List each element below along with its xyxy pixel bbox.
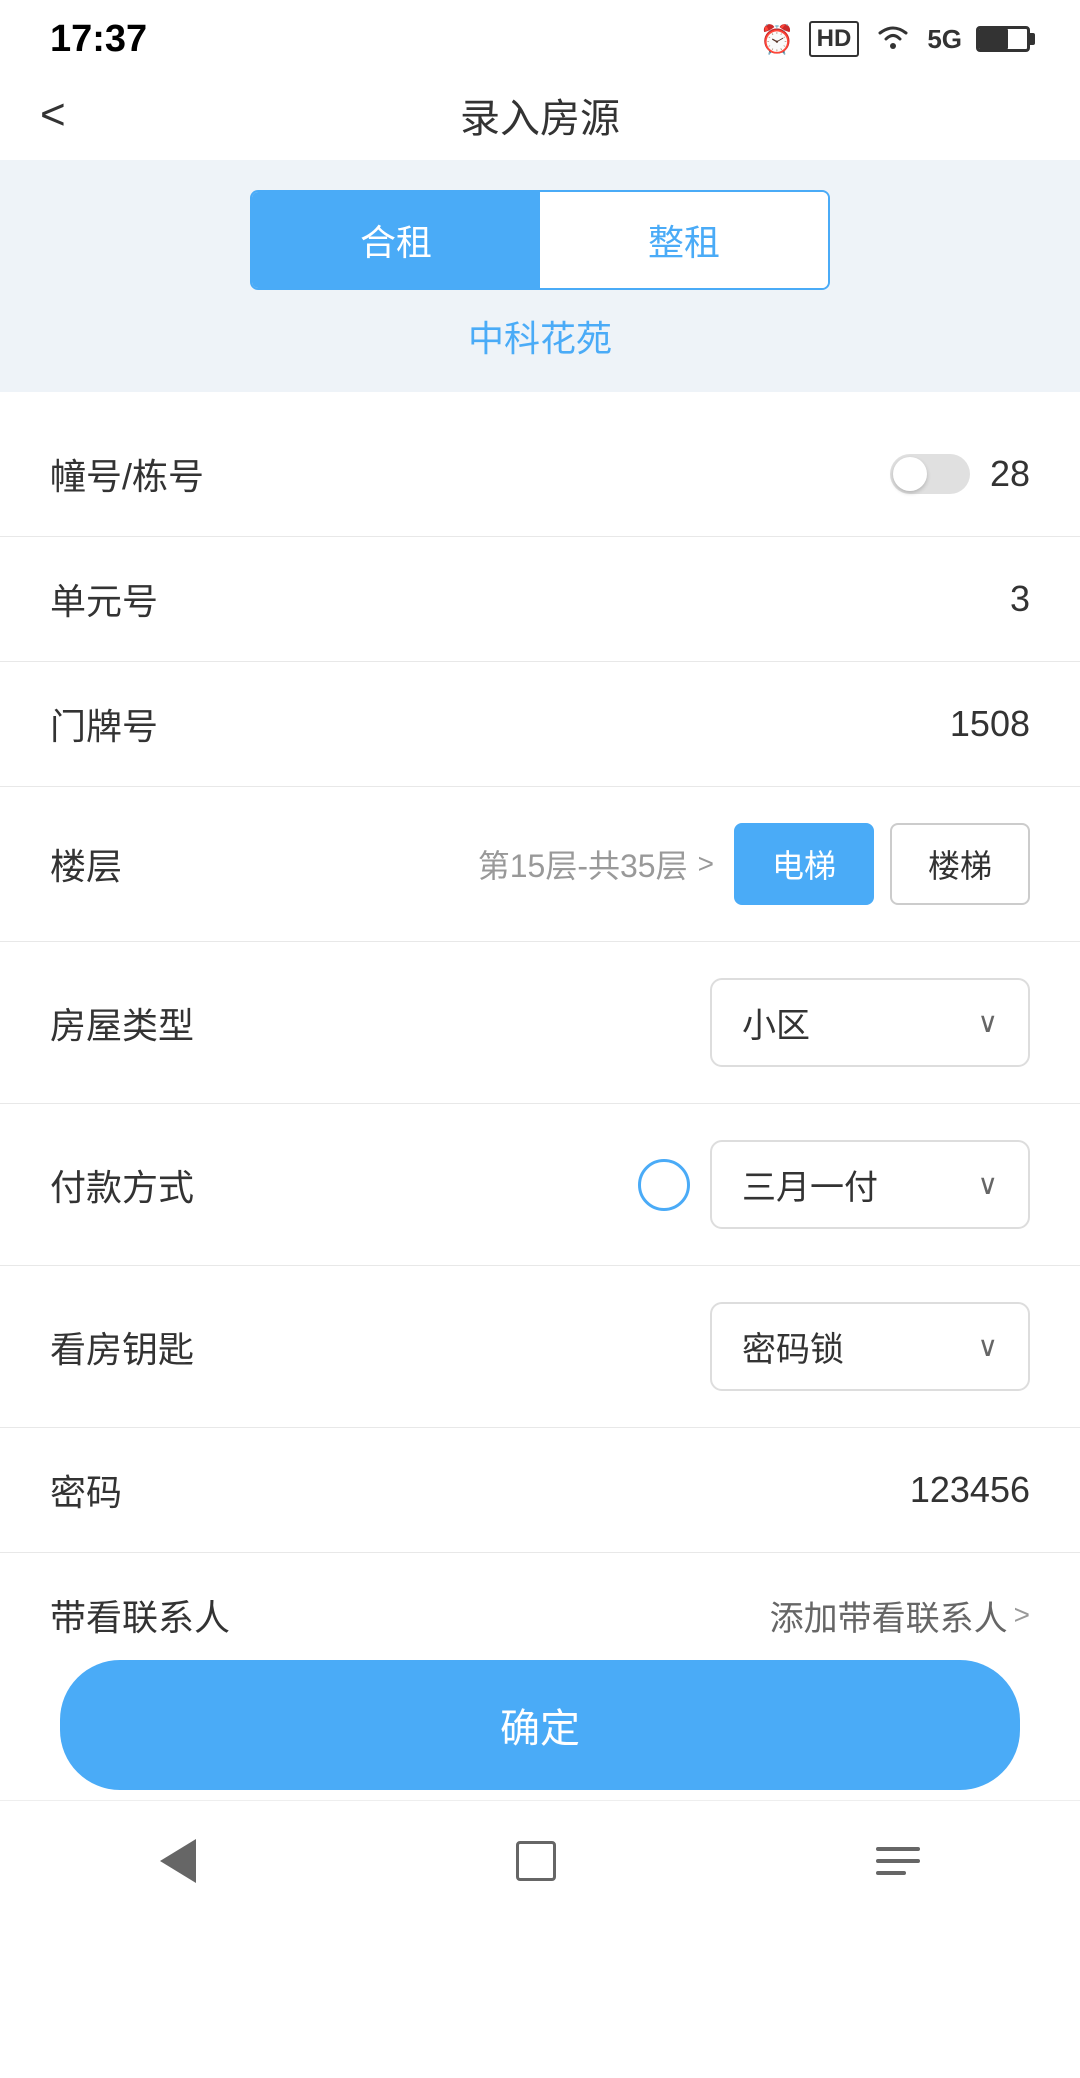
password-value: 123456: [910, 1469, 1030, 1511]
house-type-label: 房屋类型: [50, 997, 194, 1049]
unit-no-label: 单元号: [50, 573, 158, 625]
status-icons: ⏰ HD 5G: [760, 21, 1030, 58]
tab-hezhu[interactable]: 合租: [252, 192, 540, 288]
house-type-row: 房屋类型 小区 ∨: [0, 942, 1080, 1104]
floor-info[interactable]: 第15层-共35层 >: [478, 841, 714, 887]
view-key-dropdown[interactable]: 密码锁 ∨: [710, 1302, 1030, 1391]
confirm-button[interactable]: 确定: [60, 1660, 1020, 1790]
status-time: 17:37: [50, 18, 147, 61]
house-type-dropdown[interactable]: 小区 ∨: [710, 978, 1030, 1067]
floor-info-text: 第15层-共35层: [478, 841, 688, 887]
building-no-value: 28: [990, 453, 1030, 495]
nav-home-button[interactable]: [516, 1841, 556, 1881]
community-name[interactable]: 中科花苑: [40, 310, 1040, 372]
contact-label: 带看联系人: [50, 1589, 230, 1641]
confirm-section: 确定: [0, 1660, 1080, 1790]
building-no-row: 幢号/栋号 28: [0, 412, 1080, 537]
payment-toggle[interactable]: [638, 1159, 690, 1211]
tab-section: 合租 整租 中科花苑: [0, 160, 1080, 392]
page-title: 录入房源: [460, 86, 620, 144]
door-no-row: 门牌号 1508: [0, 662, 1080, 787]
floor-label: 楼层: [50, 838, 122, 890]
floor-right: 第15层-共35层 > 电梯 楼梯: [478, 823, 1030, 905]
contact-link[interactable]: 添加带看联系人 >: [770, 1591, 1030, 1640]
payment-row: 付款方式 三月一付 ∨: [0, 1104, 1080, 1266]
house-type-value: 小区: [742, 998, 810, 1047]
floor-row: 楼层 第15层-共35层 > 电梯 楼梯: [0, 787, 1080, 942]
floor-chevron: >: [698, 848, 714, 880]
contact-link-text: 添加带看联系人: [770, 1591, 1008, 1640]
back-button[interactable]: <: [40, 90, 66, 140]
toggle-knob: [893, 457, 927, 491]
password-label: 密码: [50, 1464, 122, 1516]
unit-no-value: 3: [1010, 578, 1030, 620]
stairs-btn[interactable]: 楼梯: [890, 823, 1030, 905]
wifi-icon: [873, 21, 913, 58]
building-no-label: 幢号/栋号: [50, 448, 204, 500]
view-key-row: 看房钥匙 密码锁 ∨: [0, 1266, 1080, 1428]
menu-line-1: [876, 1847, 920, 1851]
signal-icon: 5G: [927, 24, 962, 55]
payment-right: 三月一付 ∨: [638, 1140, 1030, 1229]
nav-back-button[interactable]: [160, 1839, 196, 1883]
tab-zhengzu[interactable]: 整租: [540, 192, 828, 288]
payment-dropdown[interactable]: 三月一付 ∨: [710, 1140, 1030, 1229]
home-square-icon: [516, 1841, 556, 1881]
view-key-label: 看房钥匙: [50, 1321, 194, 1373]
door-no-label: 门牌号: [50, 698, 158, 750]
menu-line-2: [876, 1859, 920, 1863]
menu-line-3: [876, 1871, 906, 1875]
hd-icon: HD: [809, 21, 860, 57]
tab-switcher: 合租 整租: [250, 190, 830, 290]
contact-chevron: >: [1014, 1599, 1030, 1631]
nav-menu-button[interactable]: [876, 1847, 920, 1875]
bottom-nav: [0, 1800, 1080, 1920]
building-no-toggle[interactable]: [890, 454, 970, 494]
password-row: 密码 123456: [0, 1428, 1080, 1553]
header: < 录入房源: [0, 70, 1080, 160]
building-no-right: 28: [890, 453, 1030, 495]
floor-btns: 电梯 楼梯: [734, 823, 1030, 905]
payment-value: 三月一付: [742, 1160, 878, 1209]
view-key-arrow: ∨: [978, 1330, 999, 1363]
unit-no-row: 单元号 3: [0, 537, 1080, 662]
elevator-btn[interactable]: 电梯: [734, 823, 874, 905]
house-type-arrow: ∨: [978, 1006, 999, 1039]
payment-arrow: ∨: [978, 1168, 999, 1201]
battery-icon: [976, 26, 1030, 52]
menu-lines-icon: [876, 1847, 920, 1875]
view-key-value: 密码锁: [742, 1322, 844, 1371]
payment-label: 付款方式: [50, 1159, 194, 1211]
status-bar: 17:37 ⏰ HD 5G: [0, 0, 1080, 70]
back-triangle-icon: [160, 1839, 196, 1883]
alarm-icon: ⏰: [760, 23, 795, 56]
door-no-value: 1508: [950, 703, 1030, 745]
